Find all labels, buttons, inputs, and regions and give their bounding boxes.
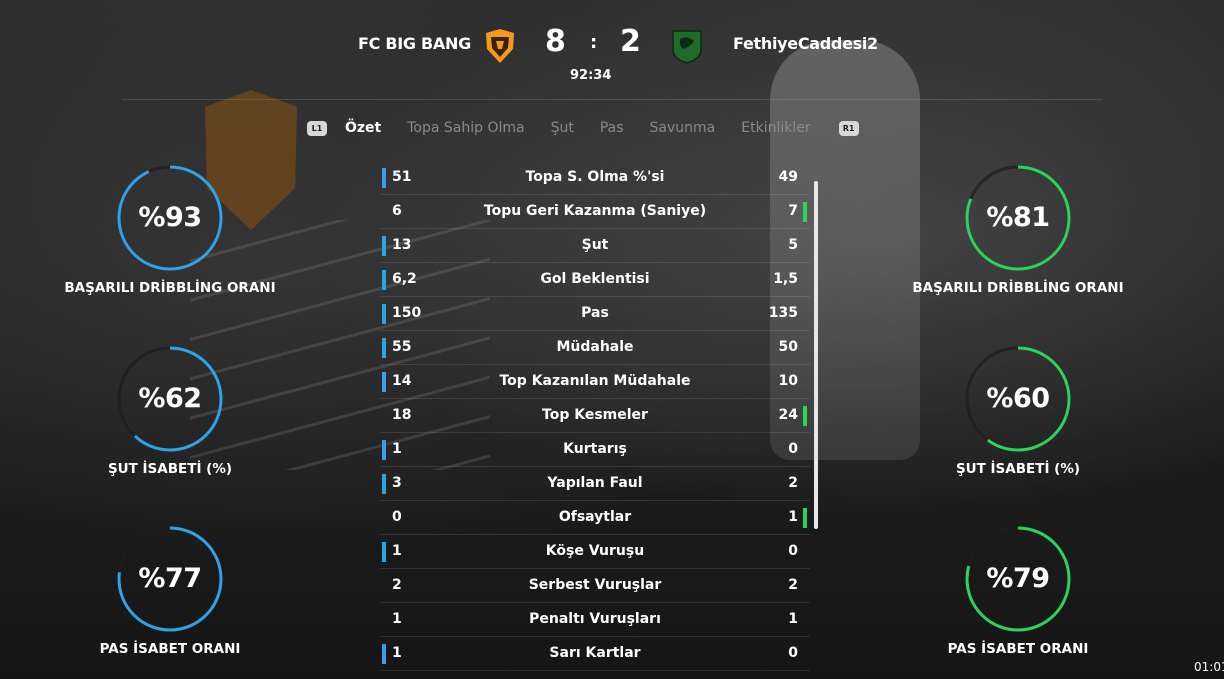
stat-label: Serbest Vuruşlar [528, 577, 662, 593]
stat-label: Ofsaytlar [558, 509, 632, 525]
stat-row: 150 Pas 135 [380, 297, 810, 331]
stat-away-value: 135 [768, 305, 798, 321]
home-shot-accuracy-value: %62 [138, 383, 202, 414]
tab-passing[interactable]: Pas [600, 120, 624, 136]
home-pass-accuracy-label: PAS İSABET ORANI [99, 641, 241, 657]
home-dribbling-stat: %93 BAŞARILI DRİBBLİNG ORANI [60, 164, 280, 296]
stat-row: 6 Topu Geri Kazanma (Saniye) 7 [380, 195, 810, 229]
stat-label: Penaltı Vuruşları [529, 611, 661, 627]
system-clock: 01:01 [1194, 660, 1224, 674]
tab-defending[interactable]: Savunma [650, 120, 716, 136]
away-dribbling-ring: %81 [964, 164, 1072, 272]
match-time: 92:34 [570, 68, 612, 83]
header-divider [122, 99, 1102, 100]
tab-possession[interactable]: Topa Sahip Olma [407, 120, 524, 136]
stat-label: Köşe Vuruşu [545, 543, 645, 559]
away-team-crest-icon [670, 27, 704, 65]
away-score: 2 [620, 24, 641, 59]
home-pass-accuracy-ring: %77 [116, 525, 224, 633]
stat-away-value: 1 [788, 509, 798, 525]
stat-away-value: 1,5 [773, 271, 798, 287]
stat-away-value: 50 [778, 339, 798, 355]
away-pass-accuracy-ring: %79 [964, 525, 1072, 633]
score-separator: : [590, 32, 598, 53]
away-pass-accuracy-stat: %79 PAS İSABET ORANI [908, 525, 1128, 657]
stat-row: 1 Penaltı Vuruşları 1 [380, 603, 810, 637]
tab-shooting[interactable]: Şut [551, 120, 574, 136]
stat-label: Top Kazanılan Müdahale [499, 373, 691, 389]
away-shot-accuracy-ring: %60 [964, 345, 1072, 453]
stat-label: Sarı Kartlar [549, 645, 641, 661]
stat-label: Şut [581, 237, 609, 253]
home-dribbling-label: BAŞARILI DRİBBLİNG ORANI [64, 280, 276, 296]
home-dribbling-ring: %93 [116, 164, 224, 272]
home-score: 8 [545, 24, 566, 59]
stats-tabs: L1 Özet Topa Sahip Olma Şut Pas Savunma … [307, 116, 859, 140]
home-shot-accuracy-label: ŞUT İSABETİ (%) [107, 461, 233, 477]
tab-events[interactable]: Etkinlikler [741, 120, 810, 136]
home-shot-accuracy-stat: %62 ŞUT İSABETİ (%) [60, 345, 280, 477]
match-stats-table: 51 Topa S. Olma %'si 49 6 Topu Geri Kazanma … [380, 161, 810, 671]
stat-row: 55 Müdahale 50 [380, 331, 810, 365]
row-divider [380, 670, 810, 671]
stat-away-value: 24 [778, 407, 798, 423]
home-team-crest-icon [483, 27, 517, 65]
stat-away-value: 10 [778, 373, 798, 389]
stats-scrollbar[interactable] [814, 181, 818, 529]
stat-label: Top Kesmeler [542, 407, 648, 423]
stat-row: 6,2 Gol Beklentisi 1,5 [380, 263, 810, 297]
away-dribbling-value: %81 [986, 202, 1050, 233]
stat-row: 3 Yapılan Faul 2 [380, 467, 810, 501]
tab-ozet[interactable]: Özet [345, 120, 381, 136]
home-team-name: FC BIG BANG [358, 34, 471, 53]
stat-away-value: 0 [788, 645, 798, 661]
stat-row: 1 Köşe Vuruşu 0 [380, 535, 810, 569]
stat-away-value: 2 [788, 577, 798, 593]
away-pass-accuracy-value: %79 [986, 563, 1050, 594]
home-pass-accuracy-stat: %77 PAS İSABET ORANI [60, 525, 280, 657]
home-pass-accuracy-value: %77 [138, 563, 202, 594]
away-dribbling-stat: %81 BAŞARILI DRİBBLİNG ORANI [908, 164, 1128, 296]
stat-row: 2 Serbest Vuruşlar 2 [380, 569, 810, 603]
away-shot-accuracy-value: %60 [986, 383, 1050, 414]
stat-label: Topu Geri Kazanma (Saniye) [483, 203, 707, 219]
away-shot-accuracy-stat: %60 ŞUT İSABETİ (%) [908, 345, 1128, 477]
stat-away-value: 49 [778, 169, 798, 185]
stat-label: Müdahale [556, 339, 634, 355]
away-dribbling-label: BAŞARILI DRİBBLİNG ORANI [912, 280, 1124, 296]
stat-row: 13 Şut 5 [380, 229, 810, 263]
stat-row: 1 Kurtarış 0 [380, 433, 810, 467]
away-pass-accuracy-label: PAS İSABET ORANI [947, 641, 1089, 657]
stat-row: 51 Topa S. Olma %'si 49 [380, 161, 810, 195]
stat-away-value: 5 [788, 237, 798, 253]
stat-away-value: 7 [788, 203, 798, 219]
stat-label: Pas [581, 305, 609, 321]
stat-label: Yapılan Faul [547, 475, 643, 491]
away-team-name: FethiyeCaddesi2 [733, 34, 878, 53]
l1-button-icon[interactable]: L1 [307, 120, 327, 136]
stat-row: 0 Ofsaytlar 1 [380, 501, 810, 535]
stat-row: 1 Sarı Kartlar 0 [380, 637, 810, 671]
r1-button-icon[interactable]: R1 [838, 120, 859, 136]
away-shot-accuracy-label: ŞUT İSABETİ (%) [955, 461, 1081, 477]
stat-away-value: 1 [788, 611, 798, 627]
match-header: FC BIG BANG 8 : 2 FethiyeCaddesi2 92:34 [0, 22, 1224, 100]
stat-label: Topa S. Olma %'si [525, 169, 665, 185]
stat-away-value: 0 [788, 543, 798, 559]
stat-away-value: 2 [788, 475, 798, 491]
stat-row: 14 Top Kazanılan Müdahale 10 [380, 365, 810, 399]
home-dribbling-value: %93 [138, 202, 202, 233]
stat-away-value: 0 [788, 441, 798, 457]
stat-label: Kurtarış [563, 441, 627, 457]
home-shot-accuracy-ring: %62 [116, 345, 224, 453]
stat-row: 18 Top Kesmeler 24 [380, 399, 810, 433]
stat-label: Gol Beklentisi [540, 271, 650, 287]
